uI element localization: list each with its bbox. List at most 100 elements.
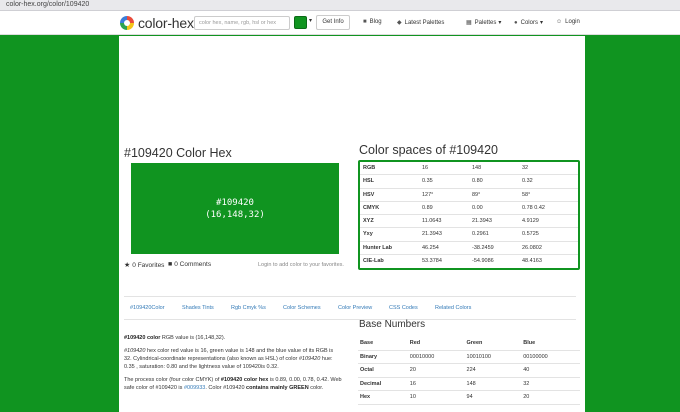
desc-bold: #109420 color hex bbox=[220, 377, 269, 383]
circle-icon: ● bbox=[514, 19, 518, 26]
table-cell: 20 bbox=[523, 394, 530, 400]
login-note: Login to add color to your favorites. bbox=[258, 262, 344, 268]
table-cell: 0.5725 bbox=[522, 231, 539, 238]
desc-text: The process color (four color CMYK) of bbox=[124, 377, 221, 383]
table-cell: 11.0643 bbox=[422, 218, 442, 224]
chevron-down-icon: ▾ bbox=[498, 20, 502, 26]
table-cell: 21.3943 bbox=[422, 231, 442, 238]
tab-shades-tints[interactable]: Shades Tints bbox=[182, 305, 214, 311]
row-label: RGB bbox=[363, 165, 376, 171]
table-cell: 0.78 0.42 bbox=[522, 204, 545, 211]
nav-latest-palettes[interactable]: ◆ Latest Palettes bbox=[397, 19, 445, 27]
comment-icon: ■ bbox=[168, 261, 173, 268]
color-preview-swatch: #109420 (16,148,32) bbox=[131, 163, 339, 254]
description-p2: #109420 hex color red value is 16, green… bbox=[124, 347, 342, 371]
table-row: Binary 00010000 10010100 00100000 bbox=[358, 351, 580, 364]
tab-css-codes[interactable]: CSS Codes bbox=[389, 305, 418, 311]
base-numbers-table: Base Red Green Blue Binary 00010000 10010100 00… bbox=[358, 337, 580, 405]
table-cell: 0.89 bbox=[422, 204, 433, 211]
tab-color-preview[interactable]: Color Preview bbox=[338, 305, 372, 311]
tab-rgb-cmyk[interactable]: Rgb Cmyk %s bbox=[231, 305, 266, 311]
color-picker-button[interactable] bbox=[294, 16, 307, 29]
table-row: Hunter Lab 46.254 -38.2459 26.0802 bbox=[360, 242, 578, 255]
table-row: XYZ 11.0643 21.3943 4.9129 bbox=[360, 215, 578, 229]
section-tabs: #109420Color Shades Tints Rgb Cmyk %s Co… bbox=[124, 296, 576, 320]
column-header: Green bbox=[466, 340, 483, 346]
table-cell: 4.9129 bbox=[522, 218, 539, 224]
web-safe-color-link[interactable]: #009933 bbox=[184, 385, 205, 391]
base-numbers-title: Base Numbers bbox=[359, 319, 426, 330]
table-cell: 127° bbox=[422, 191, 434, 198]
grid-icon: ▦ bbox=[466, 20, 472, 26]
row-label: Hunter Lab bbox=[363, 244, 393, 251]
row-label: Yxy bbox=[363, 231, 373, 238]
comments-link[interactable]: ■ 0 Comments bbox=[168, 261, 211, 268]
table-row: RGB 16 148 32 bbox=[360, 162, 578, 176]
row-label: Decimal bbox=[360, 380, 382, 387]
table-row: Octal 20 224 40 bbox=[358, 364, 580, 378]
desc-bold: contains mainly GREEN bbox=[246, 385, 309, 391]
table-cell: 46.254 bbox=[422, 244, 439, 251]
table-header-row: Base Red Green Blue bbox=[358, 337, 580, 351]
tab-color-schemes[interactable]: Color Schemes bbox=[283, 305, 321, 311]
nav-login-label: Login bbox=[565, 19, 580, 25]
table-row: Hex 10 94 20 bbox=[358, 391, 580, 405]
table-row: Yxy 21.3943 0.2961 0.5725 bbox=[360, 228, 578, 242]
row-label: HSL bbox=[363, 178, 374, 185]
row-label: Binary bbox=[360, 353, 378, 360]
chevron-down-icon[interactable]: ▾ bbox=[309, 17, 312, 24]
favorites-button[interactable]: ★ 0 Favorites bbox=[124, 261, 165, 270]
swatch-rgb: (16,148,32) bbox=[205, 209, 265, 220]
favorites-label: 0 Favorites bbox=[132, 261, 165, 269]
table-cell: 16 bbox=[409, 380, 416, 387]
star-icon: ★ bbox=[124, 262, 131, 269]
nav-blog[interactable]: ■ Blog bbox=[363, 19, 382, 25]
tab-color[interactable]: #109420Color bbox=[130, 305, 165, 311]
table-cell: 148 bbox=[472, 165, 482, 171]
site-logo[interactable]: color-hex bbox=[120, 14, 194, 32]
row-label: XYZ bbox=[363, 218, 374, 224]
nav-latest-palettes-label: Latest Palettes bbox=[404, 19, 445, 26]
nav-palettes-label: Palettes bbox=[474, 19, 497, 26]
table-cell: 53.3784 bbox=[422, 257, 442, 264]
table-cell: 148 bbox=[466, 380, 476, 387]
table-cell: 00010000 bbox=[409, 353, 435, 360]
table-cell: 20 bbox=[409, 367, 416, 373]
row-label: CIE-Lab bbox=[363, 257, 384, 264]
column-header: Red bbox=[409, 340, 421, 346]
comment-icon: ■ bbox=[363, 19, 367, 25]
row-label: Hex bbox=[360, 394, 371, 400]
table-cell: 10010100 bbox=[466, 353, 491, 360]
table-row: CMYK 0.89 0.00 0.78 0.42 bbox=[360, 202, 578, 215]
table-cell: 32 bbox=[522, 165, 529, 171]
nav-login[interactable]: ☺ Login bbox=[556, 19, 580, 25]
table-row: HSL 0.35 0.80 0.32 bbox=[360, 175, 578, 189]
nav-colors[interactable]: ● Colors ▾ bbox=[514, 19, 543, 27]
user-icon: ☺ bbox=[556, 19, 563, 25]
table-row: Decimal 16 148 32 bbox=[358, 378, 580, 391]
table-cell: 0.32 bbox=[522, 178, 533, 185]
description-p1: #109420 color RGB value is (16,148,32). bbox=[124, 334, 342, 342]
color-wheel-icon bbox=[120, 16, 134, 30]
search-input[interactable]: color hex, name, rgb, hsl or hex bbox=[194, 16, 290, 30]
table-cell: 0.80 bbox=[472, 178, 483, 185]
row-label: HSV bbox=[363, 191, 375, 198]
desc-text: . Color #109420 bbox=[205, 385, 247, 391]
color-spaces-table: RGB 16 148 32 HSL 0.35 0.80 0.32 HSV 127° 89° 58° CM… bbox=[358, 160, 580, 270]
chevron-down-icon: ▾ bbox=[539, 20, 543, 26]
url-text: color-hex.org/color/109420 bbox=[6, 1, 90, 8]
color-spaces-title: Color spaces of #109420 bbox=[359, 143, 498, 157]
nav-palettes[interactable]: ▦ Palettes ▾ bbox=[466, 19, 502, 27]
address-bar[interactable]: color-hex.org/color/109420 bbox=[0, 0, 680, 11]
comments-label: 0 Comments bbox=[174, 261, 212, 268]
tab-related-colors[interactable]: Related Colors bbox=[435, 305, 471, 311]
table-cell: 16 bbox=[422, 165, 429, 171]
table-cell: 32 bbox=[523, 380, 530, 387]
table-cell: 26.0802 bbox=[522, 244, 542, 251]
get-info-button[interactable]: Get Info bbox=[316, 15, 350, 30]
table-row: HSV 127° 89° 58° bbox=[360, 189, 578, 202]
row-label: Octal bbox=[360, 367, 374, 373]
desc-text: RGB value is (16,148,32). bbox=[160, 335, 226, 341]
table-cell: 40 bbox=[523, 367, 530, 373]
table-row: CIE-Lab 53.3784 -54.9086 48.4163 bbox=[360, 255, 578, 268]
